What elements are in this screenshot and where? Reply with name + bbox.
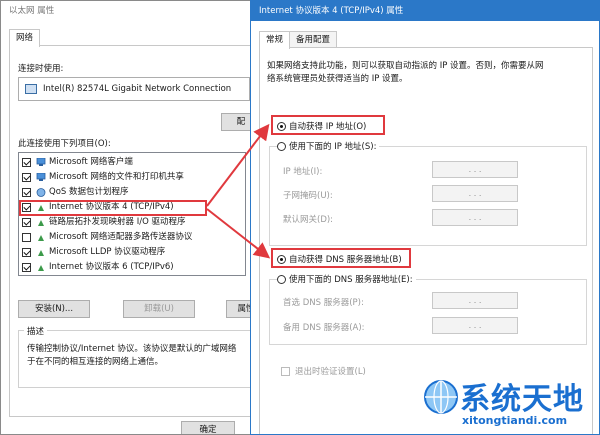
ethernet-tabs: 网络 (9, 29, 41, 47)
arrow-to-auto-ip (206, 123, 270, 207)
watermark-url: xitongtiandi.com (462, 414, 568, 427)
tab-network[interactable]: 网络 (9, 29, 41, 47)
watermark-text: 系统天地 (460, 382, 584, 417)
tab-general[interactable]: 常规 (259, 31, 291, 49)
annotation-arrows (206, 123, 271, 259)
arrow-to-auto-dns (206, 208, 271, 259)
watermark-logo: 系统天地 xitongtiandi.com (420, 372, 598, 434)
watermark-globe-icon (424, 380, 458, 414)
